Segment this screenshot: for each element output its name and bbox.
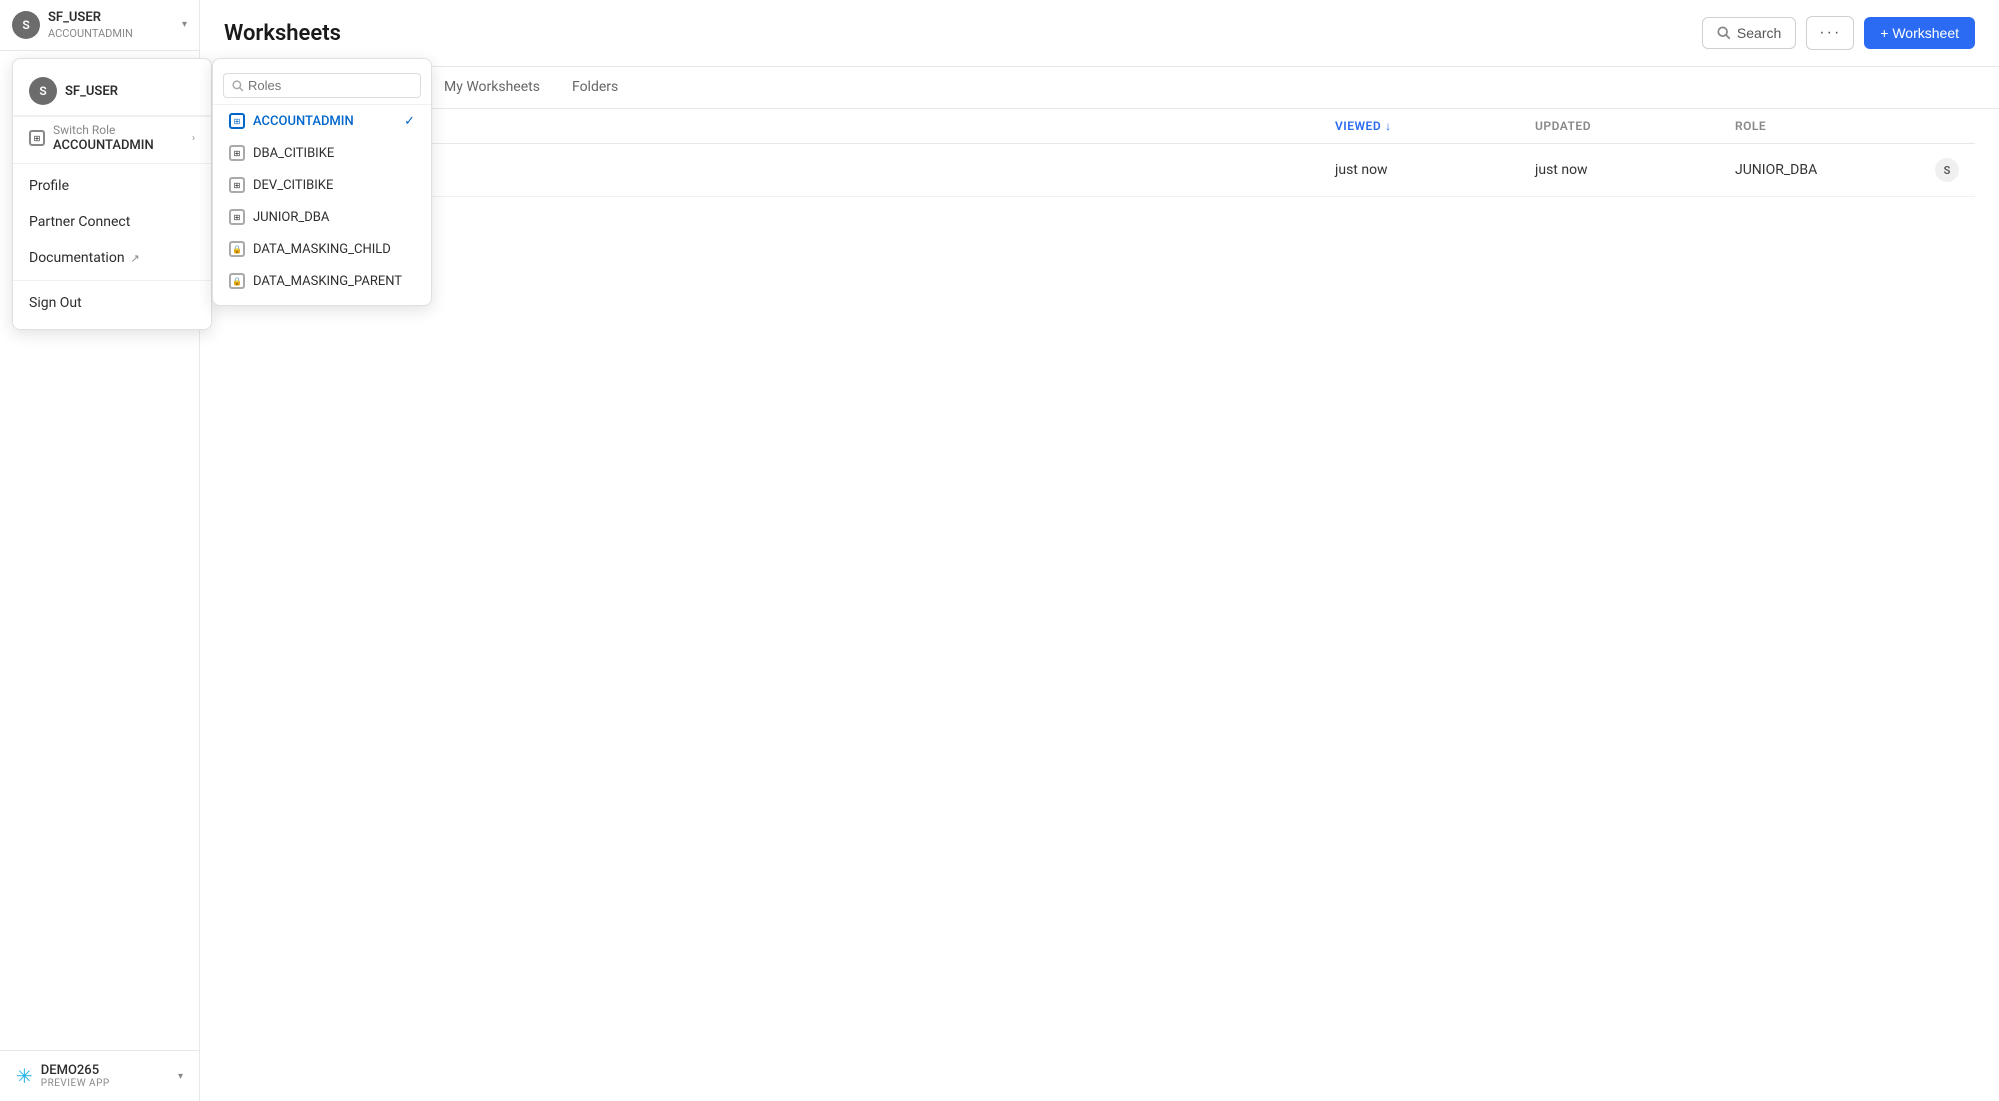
switch-role-item[interactable]: ⊞ Switch Role ACCOUNTADMIN › (13, 116, 211, 159)
role-label-data-masking-child: DATA_MASKING_CHILD (253, 242, 391, 257)
role-item-data-masking-parent[interactable]: 🔒 DATA_MASKING_PARENT (213, 265, 431, 297)
roles-dropdown: ⊞ ACCOUNTADMIN ✓ ⊞ DBA_CITIBIKE ⊞ DEV_CI… (212, 58, 432, 306)
username-label: SF_USER (48, 10, 174, 27)
col-viewed[interactable]: VIEWED ↓ (1335, 119, 1535, 133)
sidebar-bottom[interactable]: ✳ DEMO265 PREVIEW APP ▾ (0, 1050, 199, 1101)
main-content: Worksheets Search ··· + Worksheet (200, 0, 1999, 1101)
profile-menu-item[interactable]: Profile (13, 168, 211, 204)
preview-label: PREVIEW APP (41, 1078, 170, 1089)
demo-chevron-icon: ▾ (178, 1071, 183, 1082)
role-label-dba-citibike: DBA_CITIBIKE (253, 146, 334, 161)
roles-search-wrapper (223, 73, 421, 98)
documentation-menu-item[interactable]: Documentation ↗ (13, 240, 211, 276)
role-label-dev-citibike: DEV_CITIBIKE (253, 178, 333, 193)
sign-out-menu-item[interactable]: Sign Out (13, 285, 211, 321)
demo-info: DEMO265 PREVIEW APP (41, 1063, 170, 1089)
role-label-junior-dba: JUNIOR_DBA (253, 210, 329, 225)
user-menu-trigger[interactable]: S SF_USER ACCOUNTADMIN ▾ (0, 0, 199, 51)
new-worksheet-button[interactable]: + Worksheet (1864, 17, 1975, 49)
sort-arrow-icon: ↓ (1385, 119, 1392, 133)
col-updated: UPDATED (1535, 119, 1735, 133)
col-actions (1935, 119, 1975, 133)
user-role-label: ACCOUNTADMIN (48, 27, 174, 40)
table-row[interactable]: just now just now JUNIOR_DBA S (224, 144, 1975, 197)
switch-role-content: Switch Role ACCOUNTADMIN (53, 123, 192, 153)
role-icon-dev-citibike: ⊞ (229, 177, 245, 193)
role-item-dba-citibike[interactable]: ⊞ DBA_CITIBIKE (213, 137, 431, 169)
roles-search-input[interactable] (248, 78, 412, 93)
header-actions: Search ··· + Worksheet (1702, 16, 1975, 50)
user-menu-chevron-icon: ▾ (182, 19, 187, 30)
sidebar: S SF_USER ACCOUNTADMIN ▾ S SF_USER ⊞ Swi… (0, 0, 200, 1101)
switch-role-chevron-icon: › (192, 133, 195, 144)
role-check-icon: ✓ (404, 114, 415, 129)
role-icon-dba-citibike: ⊞ (229, 145, 245, 161)
role-icon: ⊞ (29, 130, 45, 146)
search-button[interactable]: Search (1702, 17, 1796, 49)
user-info: SF_USER ACCOUNTADMIN (48, 10, 174, 40)
switch-role-label: Switch Role (53, 123, 192, 137)
role-item-accountadmin[interactable]: ⊞ ACCOUNTADMIN ✓ (213, 105, 431, 137)
role-icon-accountadmin: ⊞ (229, 113, 245, 129)
dropdown-divider-2 (13, 280, 211, 281)
main-header: Worksheets Search ··· + Worksheet (200, 0, 1999, 67)
external-link-icon: ↗ (131, 252, 140, 265)
tab-my-worksheets[interactable]: My Worksheets (428, 67, 556, 109)
role-item-dev-citibike[interactable]: ⊞ DEV_CITIBIKE (213, 169, 431, 201)
role-item-junior-dba[interactable]: ⊞ JUNIOR_DBA (213, 201, 431, 233)
partner-connect-menu-item[interactable]: Partner Connect (13, 204, 211, 240)
demo-name: DEMO265 (41, 1063, 170, 1078)
col-role: ROLE (1735, 119, 1935, 133)
search-icon (1717, 26, 1731, 40)
row-updated: just now (1535, 162, 1735, 178)
user-avatar: S (12, 11, 40, 39)
tab-folders[interactable]: Folders (556, 67, 634, 109)
worksheets-table: TITLE VIEWED ↓ UPDATED ROLE just now jus… (200, 109, 1999, 197)
row-role: JUNIOR_DBA (1735, 162, 1935, 178)
tabs-bar: Recent Shared with me My Worksheets Fold… (200, 67, 1999, 109)
search-icon (232, 80, 244, 92)
table-header-row: TITLE VIEWED ↓ UPDATED ROLE (224, 109, 1975, 144)
dropdown-avatar: S (29, 77, 57, 105)
dropdown-divider (13, 163, 211, 164)
snowflake-icon: ✳ (16, 1064, 33, 1088)
role-lock-icon-masking-child: 🔒 (229, 241, 245, 257)
dropdown-username: SF_USER (65, 84, 118, 99)
page-title: Worksheets (224, 21, 341, 46)
role-item-data-masking-child[interactable]: 🔒 DATA_MASKING_CHILD (213, 233, 431, 265)
current-role-value: ACCOUNTADMIN (53, 138, 154, 153)
row-viewed: just now (1335, 162, 1535, 178)
roles-search-area (213, 67, 431, 105)
user-dropdown: S SF_USER ⊞ Switch Role ACCOUNTADMIN › P… (12, 58, 212, 330)
row-badge: S (1935, 158, 1975, 182)
row-role-badge: S (1935, 158, 1959, 182)
dropdown-user-header: S SF_USER (13, 67, 211, 116)
role-label-data-masking-parent: DATA_MASKING_PARENT (253, 274, 402, 289)
role-lock-icon-masking-parent: 🔒 (229, 273, 245, 289)
role-icon-junior-dba: ⊞ (229, 209, 245, 225)
role-label-accountadmin: ACCOUNTADMIN (253, 114, 354, 129)
more-options-button[interactable]: ··· (1806, 16, 1854, 50)
